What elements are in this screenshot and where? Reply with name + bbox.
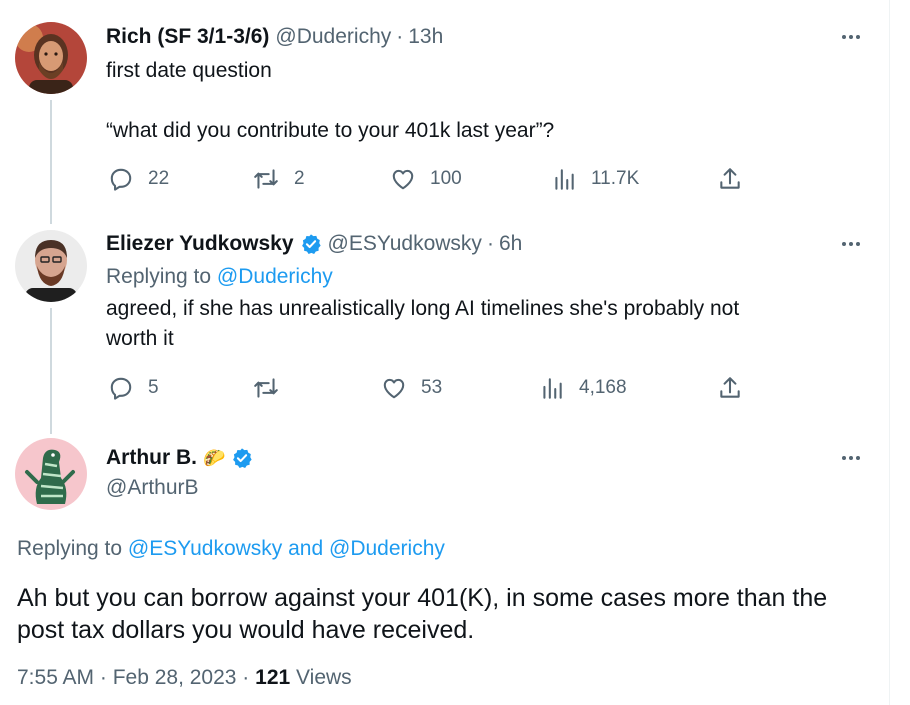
retweet-icon	[254, 378, 278, 398]
views-count: 11.7K	[591, 168, 640, 189]
thread-line-1	[50, 100, 52, 224]
share-button[interactable]	[717, 375, 743, 401]
like-count: 100	[430, 168, 462, 189]
views-icon	[543, 378, 562, 399]
display-name[interactable]: Eliezer Yudkowsky	[106, 232, 294, 256]
tweet-text-line: “what did you contribute to your 401k la…	[106, 119, 555, 142]
like-button[interactable]: 53	[381, 375, 442, 401]
like-button[interactable]: 100	[390, 166, 462, 192]
like-icon	[392, 169, 414, 190]
tweet-text-line: agreed, if she has unrealistically long …	[106, 297, 740, 320]
display-name[interactable]: Arthur B.	[106, 446, 197, 470]
main-tweet-text-line: Ah but you can borrow against your 401(K…	[17, 584, 828, 612]
share-icon	[720, 377, 740, 398]
avatar-arthur[interactable]	[15, 438, 87, 510]
tweet-header: Rich (SF 3/1-3/6) @Duderichy · 13h	[106, 25, 443, 49]
separator: ·	[396, 25, 404, 48]
avatar-eliezer[interactable]	[15, 230, 87, 302]
reply-count: 5	[148, 377, 159, 398]
retweet-count: 2	[294, 168, 305, 189]
main-tweet-text-line: post tax dollars you would have received…	[17, 616, 475, 644]
views-button[interactable]: 11.7K	[551, 166, 639, 192]
timestamp[interactable]: 6h	[499, 232, 522, 256]
replying-and: and	[282, 537, 330, 560]
like-icon	[383, 378, 405, 399]
replying-prefix: Replying to	[17, 537, 128, 560]
views-button[interactable]: 4,168	[539, 375, 627, 401]
tweet-handle-row: @ArthurB	[106, 476, 199, 500]
verified-badge-icon	[233, 448, 253, 468]
views-icon	[555, 169, 574, 190]
tweet-text-line: first date question	[106, 59, 272, 82]
views-label: Views	[290, 666, 352, 689]
timestamp[interactable]: 7:55 AM · Feb 28, 2023 ·	[17, 666, 255, 689]
like-count: 53	[421, 377, 443, 398]
separator: ·	[486, 232, 494, 255]
reply-icon	[110, 168, 132, 191]
display-name[interactable]: Rich (SF 3/1-3/6)	[106, 25, 269, 49]
username[interactable]: @ESYudkowsky	[328, 232, 482, 256]
tweet-text-line: worth it	[106, 327, 174, 350]
more-icon[interactable]	[836, 27, 866, 47]
mention-link[interactable]: @Duderichy	[329, 537, 445, 560]
timestamp[interactable]: 13h	[408, 25, 443, 49]
username[interactable]: @Duderichy	[275, 25, 391, 49]
timeline-border	[889, 0, 890, 705]
reply-count: 22	[148, 168, 170, 189]
retweet-icon	[254, 169, 278, 189]
replying-to: Replying to @Duderichy	[106, 262, 333, 292]
tweet-meta: 7:55 AM · Feb 28, 2023 · 121 Views	[17, 666, 352, 690]
more-icon[interactable]	[836, 234, 866, 254]
reply-button[interactable]: 5	[108, 375, 159, 401]
more-icon[interactable]	[836, 448, 866, 468]
replying-prefix: Replying to	[106, 265, 217, 288]
views-count[interactable]: 121	[255, 666, 290, 689]
share-icon	[720, 168, 740, 189]
taco-emoji: 🌮	[203, 447, 226, 468]
views-count: 4,168	[579, 377, 627, 398]
share-button[interactable]	[717, 166, 743, 192]
avatar-rich[interactable]	[15, 22, 87, 94]
retweet-button[interactable]: 2	[252, 166, 305, 192]
mention-link[interactable]: @ESYudkowsky	[128, 537, 282, 560]
reply-icon	[110, 377, 132, 400]
thread-line-2	[50, 308, 52, 434]
mention-link[interactable]: @Duderichy	[217, 265, 333, 288]
verified-badge-icon	[301, 234, 321, 254]
username[interactable]: @ArthurB	[106, 476, 199, 500]
reply-button[interactable]: 22	[108, 166, 169, 192]
tweet-header: Eliezer Yudkowsky @ESYudkowsky · 6h	[106, 232, 522, 256]
tweet-header: Arthur B. 🌮	[106, 446, 253, 470]
replying-to: Replying to @ESYudkowsky and @Duderichy	[17, 534, 445, 564]
retweet-button[interactable]	[252, 375, 294, 401]
